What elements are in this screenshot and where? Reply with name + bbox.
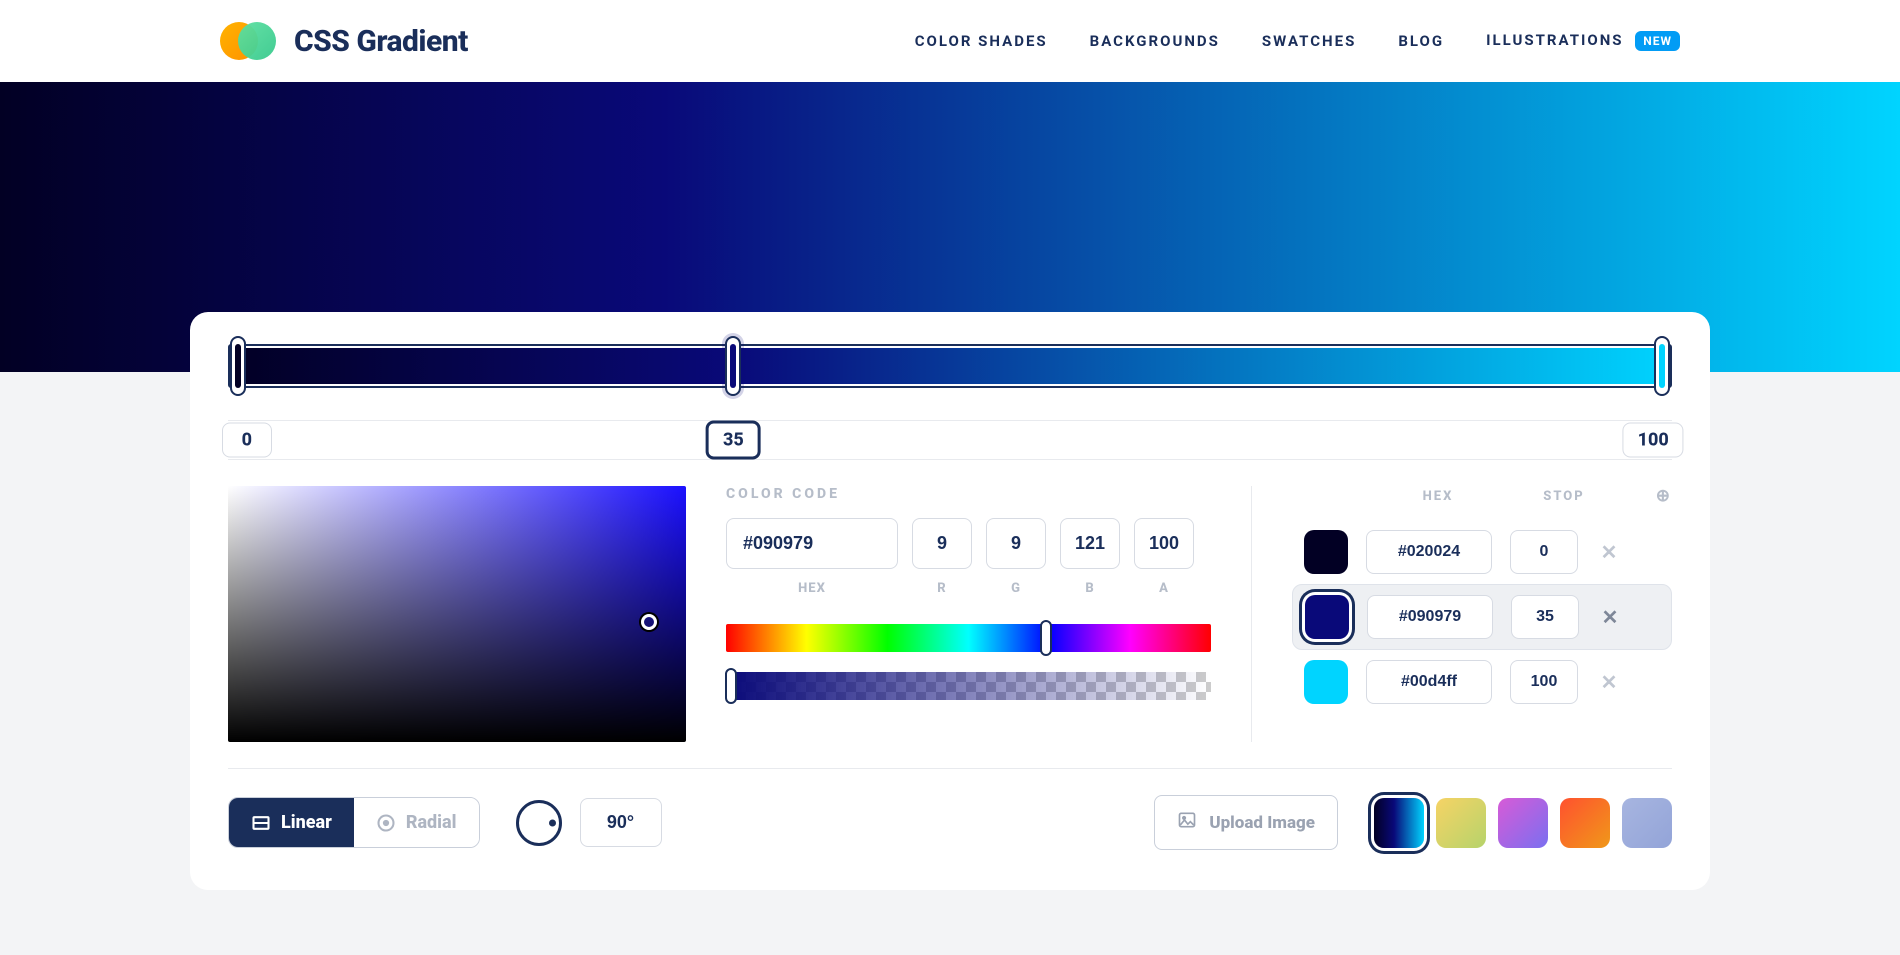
app-header: CSS Gradient COLOR SHADES BACKGROUNDS SW… (0, 0, 1900, 82)
preset-0[interactable] (1374, 798, 1424, 848)
stop-hex-1[interactable] (1367, 595, 1493, 639)
stops-header-hex: HEX (1348, 489, 1528, 504)
radial-icon (376, 813, 396, 833)
linear-icon (251, 813, 271, 833)
stop-position-0[interactable]: 0 (222, 423, 272, 458)
logo-icon (220, 13, 276, 69)
preset-1[interactable] (1436, 798, 1486, 848)
hex-input[interactable] (726, 518, 898, 569)
angle-input[interactable] (580, 798, 662, 847)
gradient-handle-0[interactable] (230, 336, 246, 396)
stop-item-0[interactable]: ✕ (1292, 520, 1672, 584)
alpha-handle[interactable] (725, 668, 737, 704)
stop-delete-0[interactable]: ✕ (1596, 540, 1622, 564)
preset-4[interactable] (1622, 798, 1672, 848)
radial-label: Radial (406, 812, 457, 833)
g-input[interactable] (986, 518, 1046, 569)
b-input[interactable] (1060, 518, 1120, 569)
stop-hex-0[interactable] (1366, 530, 1492, 574)
stop-delete-1[interactable]: ✕ (1597, 605, 1623, 629)
gradient-handle-1[interactable] (725, 336, 741, 396)
brand[interactable]: CSS Gradient (220, 13, 468, 69)
stop-pos-1[interactable] (1511, 595, 1579, 639)
alpha-slider[interactable] (726, 672, 1211, 700)
nav-backgrounds[interactable]: BACKGROUNDS (1090, 32, 1220, 50)
linear-button[interactable]: Linear (229, 798, 354, 847)
stop-hex-2[interactable] (1366, 660, 1492, 704)
sv-cursor[interactable] (641, 614, 657, 630)
nav-blog[interactable]: BLOG (1398, 32, 1444, 50)
preset-list (1374, 798, 1672, 848)
main-nav: COLOR SHADES BACKGROUNDS SWATCHES BLOG I… (915, 31, 1680, 51)
gradient-handle-2[interactable] (1654, 336, 1670, 396)
divider (1251, 486, 1252, 742)
stop-delete-2[interactable]: ✕ (1596, 670, 1622, 694)
angle-knob[interactable] (516, 800, 562, 846)
a-input[interactable] (1134, 518, 1194, 569)
stops-list: HEX STOP ⊕ ✕ ✕ ✕ (1292, 486, 1672, 742)
stop-pos-2[interactable] (1510, 660, 1578, 704)
stop-item-2[interactable]: ✕ (1292, 650, 1672, 714)
preset-2[interactable] (1498, 798, 1548, 848)
saturation-value-picker[interactable] (228, 486, 686, 742)
angle-control (516, 798, 662, 847)
stop-swatch-2[interactable] (1304, 660, 1348, 704)
nav-color-shades[interactable]: COLOR SHADES (915, 32, 1048, 50)
color-code-label: COLOR CODE (726, 486, 1211, 502)
upload-label: Upload Image (1209, 813, 1315, 833)
color-picker (228, 486, 686, 742)
nav-illustrations-label: ILLUSTRATIONS (1486, 31, 1623, 49)
stop-item-1[interactable]: ✕ (1292, 584, 1672, 650)
stop-position-row: 0 35 100 (228, 420, 1672, 460)
nav-swatches[interactable]: SWATCHES (1262, 32, 1356, 50)
add-stop-icon[interactable]: ⊕ (1600, 486, 1672, 506)
gradient-bar[interactable] (228, 344, 1672, 388)
hue-slider[interactable] (726, 624, 1211, 652)
color-code-block: COLOR CODE HEX R G B A (726, 486, 1211, 742)
editor-panel: 0 35 100 COLOR CODE HEX R G B (190, 312, 1710, 890)
g-sublabel: G (986, 581, 1046, 596)
stop-position-1[interactable]: 35 (706, 421, 761, 460)
r-sublabel: R (912, 581, 972, 596)
linear-label: Linear (281, 812, 332, 833)
upload-image-button[interactable]: Upload Image (1154, 795, 1338, 850)
stops-header: HEX STOP ⊕ (1292, 486, 1672, 506)
angle-dot-icon (549, 819, 556, 826)
r-input[interactable] (912, 518, 972, 569)
bottom-row: Linear Radial Upload Image (228, 795, 1672, 850)
color-code-sublabels: HEX R G B A (726, 581, 1211, 596)
hue-handle[interactable] (1040, 620, 1052, 656)
radial-button[interactable]: Radial (354, 798, 479, 847)
image-icon (1177, 810, 1197, 835)
stops-header-stop: STOP (1528, 489, 1600, 504)
new-badge: NEW (1635, 31, 1680, 51)
preset-3[interactable] (1560, 798, 1610, 848)
b-sublabel: B (1060, 581, 1120, 596)
stop-position-2[interactable]: 100 (1623, 423, 1684, 458)
nav-illustrations[interactable]: ILLUSTRATIONS NEW (1486, 31, 1680, 51)
stop-swatch-1[interactable] (1305, 595, 1349, 639)
brand-title: CSS Gradient (294, 24, 468, 59)
stop-pos-0[interactable] (1510, 530, 1578, 574)
gradient-bar-wrap (228, 344, 1672, 388)
stop-swatch-0[interactable] (1304, 530, 1348, 574)
a-sublabel: A (1134, 581, 1194, 596)
type-segmented: Linear Radial (228, 797, 480, 848)
hex-sublabel: HEX (726, 581, 898, 596)
